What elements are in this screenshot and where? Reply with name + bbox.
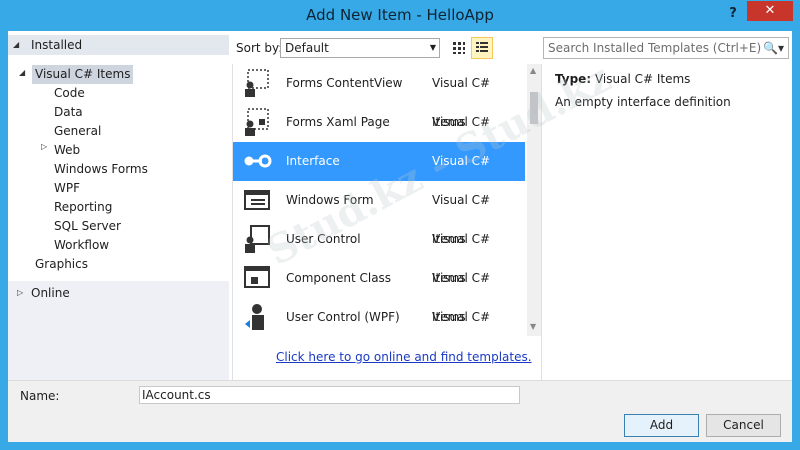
template-row-forms-xaml-page[interactable]: Forms Xaml Page Visual C# Items bbox=[233, 103, 525, 168]
scrollbar-thumb[interactable] bbox=[530, 92, 538, 124]
title-bar[interactable]: Add New Item - HelloApp ? ✕ bbox=[0, 0, 800, 31]
collapsed-triangle-icon[interactable]: ▷ bbox=[17, 288, 23, 297]
name-and-actions-bar: Name: Add Cancel bbox=[8, 380, 792, 442]
templates-list-panel: Forms ContentView Visual C# Items Forms … bbox=[232, 64, 542, 380]
template-row-user-control-wpf[interactable]: User Control (WPF) Visual C# Items bbox=[233, 298, 525, 334]
template-category: Visual C# Items bbox=[432, 154, 491, 207]
tree-node-general[interactable]: General bbox=[54, 122, 101, 141]
template-row-forms-contentview[interactable]: Forms ContentView Visual C# Items bbox=[233, 64, 525, 129]
template-name: Forms ContentView bbox=[286, 76, 403, 90]
add-new-item-dialog: Add New Item - HelloApp ? ✕ ◢ Installed … bbox=[0, 0, 800, 450]
window-title: Add New Item - HelloApp bbox=[306, 6, 494, 24]
template-row-interface[interactable]: Interface Visual C# Items bbox=[233, 142, 525, 207]
dialog-client-area: ◢ Installed ◢ Visual C# Items Code Data … bbox=[8, 31, 792, 442]
installed-label: Installed bbox=[31, 38, 83, 52]
template-name: User Control bbox=[286, 232, 361, 246]
forms-contentview-icon bbox=[245, 69, 269, 97]
windows-form-icon bbox=[244, 190, 270, 210]
template-row-windows-form[interactable]: Windows Form Visual C# Items bbox=[233, 181, 525, 246]
tree-node-web[interactable]: Web bbox=[54, 141, 80, 160]
template-category: Visual C# Items bbox=[432, 76, 491, 129]
close-button[interactable]: ✕ bbox=[747, 1, 793, 21]
sort-by-value: Default bbox=[285, 41, 329, 55]
tree-node-data[interactable]: Data bbox=[54, 103, 83, 122]
template-type-line: Type: Visual C# Items bbox=[555, 72, 690, 86]
chevron-down-icon: ▼ bbox=[429, 43, 436, 52]
tree-node-workflow[interactable]: Workflow bbox=[54, 236, 109, 255]
tree-node-sql-server[interactable]: SQL Server bbox=[54, 217, 121, 236]
template-category: Visual C# Items bbox=[432, 115, 491, 168]
small-icons-view-button[interactable] bbox=[448, 37, 470, 59]
collapsed-triangle-icon[interactable]: ▷ bbox=[41, 142, 47, 151]
template-row-user-control[interactable]: User Control Visual C# Items bbox=[233, 220, 525, 285]
template-description: An empty interface definition bbox=[555, 95, 731, 109]
name-label: Name: bbox=[20, 389, 60, 403]
search-templates-input[interactable]: Search Installed Templates (Ctrl+E) 🔍▾ bbox=[543, 37, 789, 59]
add-button[interactable]: Add bbox=[624, 414, 699, 437]
tree-node-graphics[interactable]: Graphics bbox=[35, 255, 88, 274]
type-label: Type: bbox=[555, 72, 592, 86]
template-row-component-class[interactable]: Component Class Visual C# Items bbox=[233, 259, 525, 324]
tree-node-reporting[interactable]: Reporting bbox=[54, 198, 112, 217]
interface-icon bbox=[244, 154, 272, 168]
search-placeholder: Search Installed Templates (Ctrl+E) bbox=[548, 41, 762, 55]
tree-node-windows-forms[interactable]: Windows Forms bbox=[54, 160, 148, 179]
component-class-icon bbox=[244, 266, 270, 288]
tree-node-wpf[interactable]: WPF bbox=[54, 179, 80, 198]
list-view-button[interactable] bbox=[471, 37, 493, 59]
expanded-triangle-icon[interactable]: ◢ bbox=[19, 68, 25, 77]
template-category: Visual C# Items bbox=[432, 232, 491, 285]
template-name: Component Class bbox=[286, 271, 392, 285]
templates-list: Forms ContentView Visual C# Items Forms … bbox=[233, 64, 525, 334]
templates-scrollbar[interactable]: ▲ ▼ bbox=[527, 64, 541, 336]
template-tree-panel: ◢ Installed ◢ Visual C# Items Code Data … bbox=[8, 31, 229, 380]
search-icon[interactable]: 🔍▾ bbox=[762, 38, 784, 58]
template-name: Interface bbox=[286, 154, 340, 168]
template-name: User Control (WPF) bbox=[286, 310, 400, 324]
template-category: Visual C# Items bbox=[432, 271, 491, 324]
tree-node-online[interactable]: Online bbox=[31, 284, 70, 303]
scroll-up-arrow-icon[interactable]: ▲ bbox=[530, 66, 536, 75]
tree-node-visual-csharp-items[interactable]: Visual C# Items bbox=[32, 65, 134, 84]
tree-node-code[interactable]: Code bbox=[54, 84, 85, 103]
close-icon: ✕ bbox=[764, 3, 776, 18]
forms-xaml-page-icon bbox=[245, 108, 269, 136]
template-category: Visual C# Items bbox=[432, 193, 491, 246]
template-name: Forms Xaml Page bbox=[286, 115, 390, 129]
item-name-input[interactable] bbox=[139, 386, 520, 404]
template-name: Windows Form bbox=[286, 193, 374, 207]
sort-by-label: Sort by: bbox=[236, 41, 283, 55]
sort-by-dropdown[interactable]: Default ▼ bbox=[280, 38, 440, 58]
type-value: Visual C# Items bbox=[594, 72, 691, 86]
expanded-triangle-icon[interactable]: ◢ bbox=[13, 35, 19, 55]
help-button[interactable]: ? bbox=[722, 2, 744, 26]
list-view-icon bbox=[476, 42, 488, 52]
scroll-down-arrow-icon[interactable]: ▼ bbox=[530, 322, 536, 331]
user-control-wpf-icon bbox=[245, 304, 264, 330]
tree-node-installed[interactable]: ◢ Installed bbox=[8, 35, 229, 55]
template-category: Visual C# Items bbox=[432, 310, 491, 324]
cancel-button[interactable]: Cancel bbox=[706, 414, 781, 437]
find-templates-online-link[interactable]: Click here to go online and find templat… bbox=[276, 350, 532, 364]
template-details-panel: Type: Visual C# Items An empty interface… bbox=[543, 64, 792, 380]
user-control-icon bbox=[245, 225, 270, 253]
grid-view-icon bbox=[453, 42, 465, 54]
